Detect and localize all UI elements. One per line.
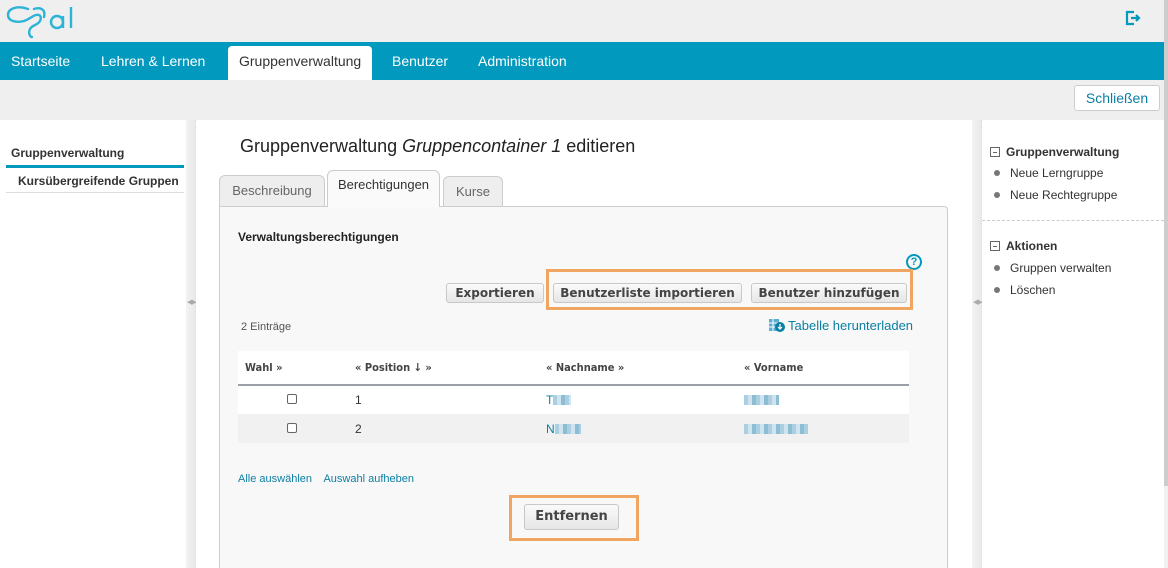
action-neue-lerngruppe[interactable]: Neue Lerngruppe (994, 166, 1103, 180)
opal-logo[interactable] (6, 3, 78, 39)
toolbar: Schließen (0, 80, 1164, 120)
title-prefix: Gruppenverwaltung (240, 136, 403, 156)
bullet-icon (994, 170, 1000, 176)
remove-button[interactable]: Entfernen (524, 504, 619, 530)
section-title-text: Gruppenverwaltung (1006, 145, 1120, 159)
firstname-cell (740, 385, 909, 414)
select-all-link[interactable]: Alle auswählen (238, 473, 312, 485)
resize-handle-icon[interactable]: ◀▶ (973, 298, 983, 306)
top-bar (0, 0, 1164, 42)
select-cell (238, 385, 348, 414)
table-download-icon (769, 319, 785, 332)
tab-beschreibung[interactable]: Beschreibung (219, 175, 325, 207)
position-cell: 2 (348, 414, 541, 443)
selection-links: Alle auswählen Auswahl aufheben (238, 473, 423, 485)
right-splitter[interactable]: ◀▶ (972, 120, 983, 568)
section-aktionen-title[interactable]: Aktionen (990, 239, 1057, 253)
main-nav: Startseite Lehren & Lernen Gruppenverwal… (0, 42, 1164, 80)
table-header-row: Wahl » « Position ↓ » « Nachname » « Vor… (238, 351, 909, 386)
lastname-link[interactable]: N (546, 422, 555, 436)
permissions-table: Wahl » « Position ↓ » « Nachname » « Vor… (238, 351, 909, 443)
redacted-text (744, 395, 779, 405)
left-sidebar: Gruppenverwaltung Kursübergreifende Grup… (0, 120, 186, 568)
section-divider (982, 220, 1164, 221)
tab-kurse[interactable]: Kurse (443, 176, 503, 208)
download-label: Tabelle herunterladen (788, 318, 914, 333)
page-title: Gruppenverwaltung Gruppencontainer 1 edi… (240, 136, 635, 157)
tab-berechtigungen[interactable]: Berechtigungen (327, 170, 440, 207)
section-title-text: Aktionen (1006, 239, 1058, 253)
nav-gruppenverwaltung[interactable]: Gruppenverwaltung (228, 46, 372, 80)
row-checkbox[interactable] (287, 422, 297, 433)
import-userlist-button[interactable]: Benutzerliste importieren (553, 283, 742, 303)
permissions-panel: Verwaltungsberechtigungen ? Exportieren … (219, 206, 948, 568)
sidebar-item-gruppenverwaltung[interactable]: Gruppenverwaltung (6, 145, 184, 168)
action-label: Neue Lerngruppe (1010, 166, 1104, 180)
nav-benutzer[interactable]: Benutzer (381, 46, 459, 80)
logout-icon[interactable] (1125, 10, 1141, 26)
action-loeschen[interactable]: Löschen (994, 283, 1055, 297)
left-splitter[interactable]: ◀▶ (186, 120, 197, 568)
entries-count: 2 Einträge (241, 321, 292, 333)
redacted-text (744, 423, 808, 434)
nav-startseite[interactable]: Startseite (0, 46, 81, 80)
download-table-link[interactable]: Tabelle herunterladen (769, 318, 913, 333)
table-row: 1 T (238, 385, 909, 414)
bullet-icon (994, 265, 1000, 271)
right-sidebar: Gruppenverwaltung Neue Lerngruppe Neue R… (982, 120, 1164, 568)
action-label: Gruppen verwalten (1010, 261, 1112, 275)
redacted-text (554, 423, 581, 434)
nav-administration[interactable]: Administration (467, 46, 578, 80)
firstname-cell (740, 414, 909, 443)
bullet-icon (994, 192, 1000, 198)
action-label: Löschen (1010, 283, 1056, 297)
select-cell (238, 414, 348, 443)
help-icon[interactable]: ? (906, 254, 922, 270)
page-scrollbar[interactable] (1164, 0, 1168, 568)
resize-handle-icon[interactable]: ◀▶ (187, 298, 197, 306)
action-neue-rechtegruppe[interactable]: Neue Rechtegruppe (994, 188, 1117, 202)
column-header-position[interactable]: « Position ↓ » (348, 351, 541, 386)
column-header-vorname[interactable]: « Vorname (740, 351, 909, 386)
sidebar-item-kursuebergreifende-gruppen[interactable]: Kursübergreifende Gruppen (6, 169, 184, 193)
action-label: Neue Rechtegruppe (1010, 188, 1118, 202)
export-button[interactable]: Exportieren (446, 283, 544, 303)
collapse-icon[interactable] (990, 147, 1000, 157)
lastname-cell: N (541, 414, 740, 443)
main-content: Gruppenverwaltung Gruppencontainer 1 edi… (196, 120, 972, 568)
lastname-link[interactable]: T (546, 393, 553, 407)
close-button[interactable]: Schließen (1074, 85, 1160, 111)
collapse-icon[interactable] (990, 241, 1000, 251)
position-cell: 1 (348, 385, 541, 414)
action-gruppen-verwalten[interactable]: Gruppen verwalten (994, 261, 1111, 275)
row-checkbox[interactable] (287, 394, 297, 404)
column-header-wahl[interactable]: Wahl » (238, 351, 348, 386)
redacted-text (553, 395, 572, 405)
bullet-icon (994, 287, 1000, 293)
scrollbar-thumb[interactable] (1164, 0, 1168, 486)
section-title: Verwaltungsberechtigungen (238, 230, 399, 244)
add-user-button[interactable]: Benutzer hinzufügen (751, 283, 907, 303)
nav-lehren-lernen[interactable]: Lehren & Lernen (90, 46, 216, 80)
section-gruppenverwaltung-title[interactable]: Gruppenverwaltung (990, 145, 1119, 159)
title-group-name: Gruppencontainer 1 (402, 136, 562, 156)
title-suffix: editieren (561, 136, 636, 156)
deselect-all-link[interactable]: Auswahl aufheben (323, 473, 414, 485)
table-row: 2 N (238, 414, 909, 443)
lastname-cell: T (541, 385, 740, 414)
column-header-nachname[interactable]: « Nachname » (541, 351, 740, 386)
